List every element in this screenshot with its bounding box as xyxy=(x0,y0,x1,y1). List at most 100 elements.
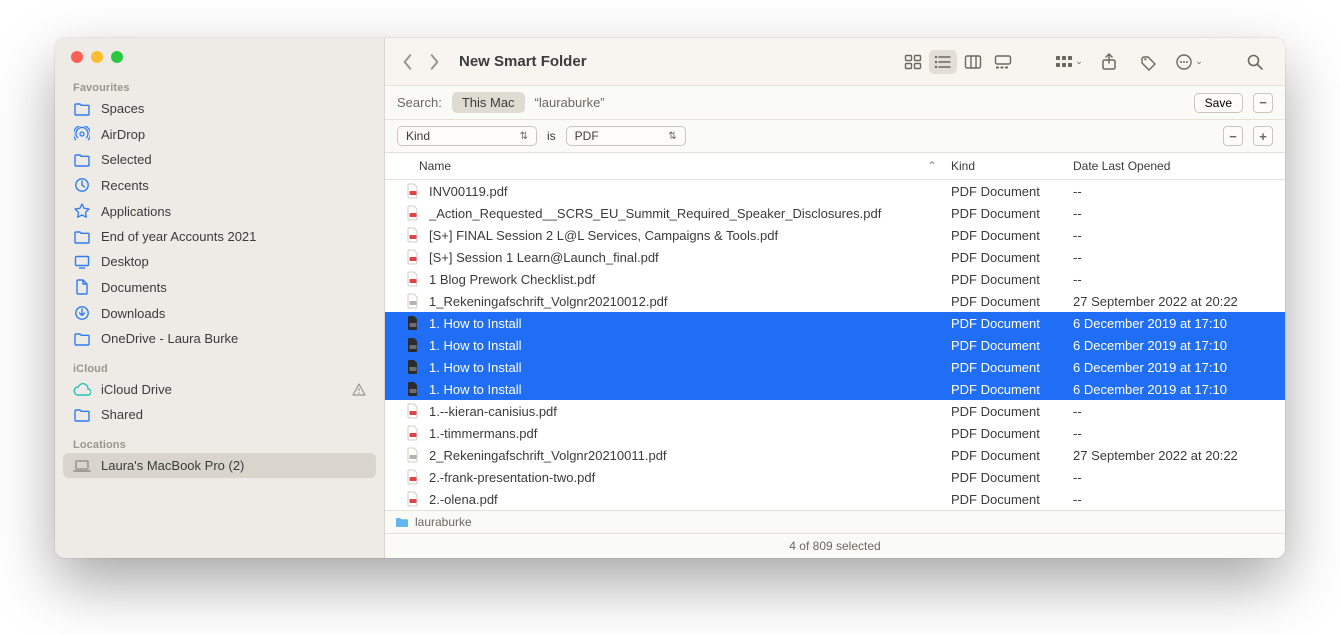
file-kind: PDF Document xyxy=(951,426,1073,441)
file-icon xyxy=(405,337,425,353)
gallery-view-button[interactable] xyxy=(989,50,1017,74)
remove-row-button[interactable]: − xyxy=(1223,126,1243,146)
updown-icon: ⇅ xyxy=(520,131,528,142)
save-button[interactable]: Save xyxy=(1194,93,1243,113)
sidebar-item[interactable]: AirDrop xyxy=(55,121,384,147)
file-name: 1. How to Install xyxy=(429,360,951,375)
file-kind: PDF Document xyxy=(951,404,1073,419)
scope-this-mac[interactable]: This Mac xyxy=(452,92,525,113)
file-row[interactable]: 1. How to InstallPDF Document6 December … xyxy=(385,378,1285,400)
criteria-value-label: PDF xyxy=(575,129,599,143)
file-row[interactable]: 1.-timmermans.pdfPDF Document-- xyxy=(385,422,1285,444)
file-row[interactable]: 2.-frank-presentation-two.pdfPDF Documen… xyxy=(385,466,1285,488)
file-name: 1_Rekeningafschrift_Volgnr20210012.pdf xyxy=(429,294,951,309)
sidebar-item[interactable]: Recents xyxy=(55,172,384,198)
column-view-button[interactable] xyxy=(959,50,987,74)
file-row[interactable]: 1.--kieran-canisius.pdfPDF Document-- xyxy=(385,400,1285,422)
search-button[interactable] xyxy=(1241,50,1269,74)
share-button[interactable] xyxy=(1095,50,1123,74)
sidebar-item[interactable]: Desktop xyxy=(55,249,384,274)
criteria-value-select[interactable]: PDF ⇅ xyxy=(566,126,686,146)
folder-icon xyxy=(73,408,91,422)
file-name: 2.-frank-presentation-two.pdf xyxy=(429,470,951,485)
scope-folder[interactable]: “lauraburke” xyxy=(535,95,605,110)
file-icon xyxy=(405,249,425,265)
file-name: 2.-olena.pdf xyxy=(429,492,951,507)
file-date: -- xyxy=(1073,404,1273,419)
file-kind: PDF Document xyxy=(951,272,1073,287)
criteria-attribute-select[interactable]: Kind ⇅ xyxy=(397,126,537,146)
download-icon xyxy=(73,305,91,321)
back-button[interactable] xyxy=(401,53,415,71)
sidebar-item-label: Documents xyxy=(101,280,167,295)
sidebar-item-label: Shared xyxy=(101,407,143,422)
file-row[interactable]: INV00119.pdfPDF Document-- xyxy=(385,180,1285,202)
chevron-down-icon: ⌄ xyxy=(1195,56,1203,67)
sidebar-group-label: Favourites xyxy=(55,76,384,96)
sidebar-item[interactable]: Selected xyxy=(55,147,384,172)
sidebar-item[interactable]: Spaces xyxy=(55,96,384,121)
file-name: 1. How to Install xyxy=(429,316,951,331)
file-icon xyxy=(405,381,425,397)
file-row[interactable]: 1. How to InstallPDF Document6 December … xyxy=(385,356,1285,378)
sidebar-item-label: Desktop xyxy=(101,254,149,269)
window-controls xyxy=(55,38,384,76)
sidebar-item[interactable]: Shared xyxy=(55,402,384,427)
file-list: INV00119.pdfPDF Document--_Action_Reques… xyxy=(385,180,1285,510)
file-row[interactable]: [S+] Session 1 Learn@Launch_final.pdfPDF… xyxy=(385,246,1285,268)
file-date: -- xyxy=(1073,492,1273,507)
file-row[interactable]: _Action_Requested__SCRS_EU_Summit_Requir… xyxy=(385,202,1285,224)
zoom-icon[interactable] xyxy=(111,51,123,63)
file-row[interactable]: 1_Rekeningafschrift_Volgnr20210012.pdfPD… xyxy=(385,290,1285,312)
file-icon xyxy=(405,315,425,331)
sidebar-item-label: AirDrop xyxy=(101,127,145,142)
file-icon xyxy=(405,447,425,463)
column-name[interactable]: Name xyxy=(419,159,927,173)
file-date: -- xyxy=(1073,470,1273,485)
file-row[interactable]: 1 Blog Prework Checklist.pdfPDF Document… xyxy=(385,268,1285,290)
sidebar-item-label: Applications xyxy=(101,204,171,219)
add-row-button[interactable]: + xyxy=(1253,126,1273,146)
folder-icon xyxy=(395,516,409,528)
sidebar-item[interactable]: OneDrive - Laura Burke xyxy=(55,326,384,351)
sidebar-item[interactable]: Downloads xyxy=(55,300,384,326)
icon-view-button[interactable] xyxy=(899,50,927,74)
path-label[interactable]: lauraburke xyxy=(415,515,472,529)
file-name: 1.--kieran-canisius.pdf xyxy=(429,404,951,419)
file-kind: PDF Document xyxy=(951,360,1073,375)
file-kind: PDF Document xyxy=(951,338,1073,353)
file-row[interactable]: 1. How to InstallPDF Document6 December … xyxy=(385,312,1285,334)
sidebar-item[interactable]: Applications xyxy=(55,198,384,224)
sidebar-item[interactable]: End of year Accounts 2021 xyxy=(55,224,384,249)
search-scope-bar: Search: This Mac “lauraburke” Save − xyxy=(385,86,1285,120)
minimize-icon[interactable] xyxy=(91,51,103,63)
column-date[interactable]: Date Last Opened xyxy=(1073,159,1273,173)
list-view-button[interactable] xyxy=(929,50,957,74)
file-kind: PDF Document xyxy=(951,470,1073,485)
finder-window: Favourites Spaces AirDrop Selected Recents Ap… xyxy=(55,38,1285,558)
sidebar-item-label: Spaces xyxy=(101,101,144,116)
remove-criteria-button[interactable]: − xyxy=(1253,93,1273,113)
file-row[interactable]: [S+] FINAL Session 2 L@L Services, Campa… xyxy=(385,224,1285,246)
close-icon[interactable] xyxy=(71,51,83,63)
group-by-button[interactable]: ⌄ xyxy=(1055,50,1083,74)
sidebar-item-label: End of year Accounts 2021 xyxy=(101,229,256,244)
file-row[interactable]: 1. How to InstallPDF Document6 December … xyxy=(385,334,1285,356)
sidebar-item[interactable]: iCloud Drive xyxy=(55,377,384,402)
file-name: 1 Blog Prework Checklist.pdf xyxy=(429,272,951,287)
file-name: [S+] Session 1 Learn@Launch_final.pdf xyxy=(429,250,951,265)
sidebar-item-label: Selected xyxy=(101,152,152,167)
criteria-op-label: is xyxy=(547,129,556,143)
folder-icon xyxy=(73,102,91,116)
file-row[interactable]: 2.-olena.pdfPDF Document-- xyxy=(385,488,1285,510)
file-kind: PDF Document xyxy=(951,448,1073,463)
file-icon xyxy=(405,359,425,375)
sidebar-item[interactable]: Documents xyxy=(55,274,384,300)
sidebar-item[interactable]: Laura's MacBook Pro (2) xyxy=(63,453,376,478)
forward-button[interactable] xyxy=(427,53,441,71)
actions-button[interactable]: ⌄ xyxy=(1175,50,1203,74)
column-kind[interactable]: Kind xyxy=(951,159,1073,173)
tags-button[interactable] xyxy=(1135,50,1163,74)
file-row[interactable]: 2_Rekeningafschrift_Volgnr20210011.pdfPD… xyxy=(385,444,1285,466)
warning-icon xyxy=(352,383,366,397)
